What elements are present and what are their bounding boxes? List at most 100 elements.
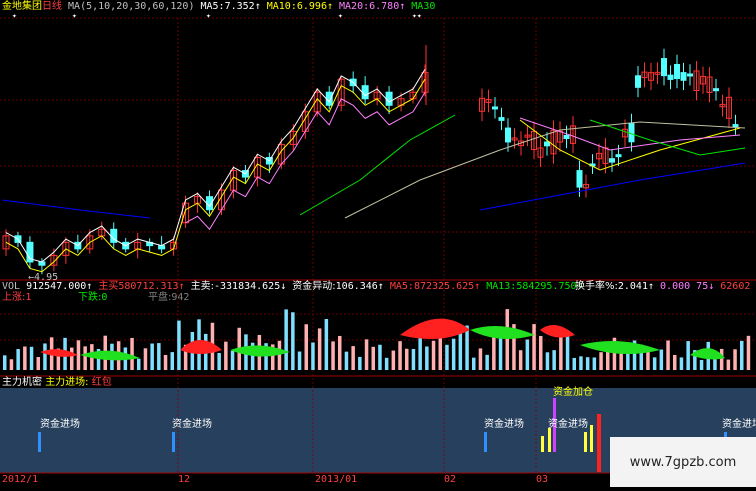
candle-r-29 bbox=[667, 74, 674, 80]
vol-bar-77 bbox=[518, 350, 523, 370]
candle-r-15 bbox=[576, 170, 583, 188]
vol-bar-97 bbox=[652, 357, 657, 370]
vol-bar-70 bbox=[472, 357, 476, 370]
ma-params: MA(5,10,20,30,60,120) bbox=[68, 1, 195, 12]
vol-bar-85 bbox=[572, 357, 576, 370]
indicator-header: 主力机密 主力进场: 红包 bbox=[2, 377, 112, 389]
vol-bar-110 bbox=[740, 340, 744, 370]
vol-bar-80 bbox=[539, 335, 543, 370]
fund-label: 资金异动: bbox=[292, 281, 336, 292]
chart-canvas bbox=[0, 17, 756, 474]
period-label[interactable]: 日线 bbox=[42, 1, 62, 12]
marker-1: ✦ bbox=[12, 11, 17, 20]
ma20-value: 6.780↑ bbox=[369, 1, 406, 12]
indicator-title: 主力机密 bbox=[2, 377, 42, 388]
xaxis-label-4: 02 bbox=[444, 474, 457, 485]
vol-bar-64 bbox=[431, 340, 436, 370]
vol-bar-104 bbox=[699, 359, 704, 370]
vol-bar-46 bbox=[311, 342, 315, 370]
candle-30 bbox=[361, 85, 369, 100]
signal-bar-2 bbox=[484, 432, 487, 452]
vol-bar-49 bbox=[331, 341, 335, 370]
up-count-label: 上涨: bbox=[2, 292, 26, 303]
vol-ma13-label: MA13: bbox=[486, 281, 517, 292]
turnover-label: 换手率%: bbox=[575, 281, 618, 292]
vol-bar-101 bbox=[679, 357, 684, 370]
candle-r-24 bbox=[635, 75, 641, 88]
ma20-label: MA20: bbox=[339, 1, 370, 12]
vol-bar-109 bbox=[733, 349, 737, 370]
signal-bar-y3 bbox=[584, 432, 587, 452]
flat-label: 平盘: bbox=[148, 292, 172, 303]
vol-bar-33 bbox=[224, 341, 228, 370]
signal-bar-1 bbox=[172, 432, 175, 452]
vol-label: VOL bbox=[2, 281, 21, 292]
candle-32 bbox=[385, 91, 393, 106]
vol-bar-55 bbox=[371, 346, 375, 370]
flat-value: 942 bbox=[171, 292, 190, 303]
flat-row: 平盘:942 bbox=[148, 292, 189, 304]
candle-r-36 bbox=[713, 88, 719, 92]
vol-bar-100 bbox=[673, 354, 677, 370]
xaxis-label-5: 03 bbox=[536, 474, 549, 485]
vol-bar-59 bbox=[398, 341, 402, 370]
vol-bar-50 bbox=[338, 335, 342, 370]
vol-blob-red-1 bbox=[180, 340, 222, 354]
vol-bar-34 bbox=[230, 350, 235, 370]
vol-bar-1 bbox=[9, 359, 14, 370]
vol-bar-51 bbox=[344, 351, 349, 370]
candle-r-32 bbox=[687, 73, 693, 77]
vol-bar-72 bbox=[485, 354, 489, 370]
up-count: 1 bbox=[25, 292, 32, 303]
down-count: 0 bbox=[101, 292, 108, 303]
vol-bar-98 bbox=[659, 349, 664, 370]
vol-bar-60 bbox=[405, 348, 409, 370]
candle-r-2 bbox=[492, 106, 498, 110]
candle-r-20 bbox=[609, 158, 615, 163]
vol-bar-44 bbox=[297, 351, 302, 370]
signal-bar-y1 bbox=[541, 436, 544, 452]
vol-bar-12 bbox=[83, 346, 87, 370]
vol-bar-67 bbox=[451, 338, 456, 370]
marker-4: ✦ bbox=[338, 11, 343, 20]
updown-row: 上涨:1 bbox=[2, 292, 31, 304]
signal-bar-red bbox=[597, 414, 601, 472]
signal-label-4: 资金进场 bbox=[548, 419, 588, 430]
ma120-line-left bbox=[1, 199, 151, 219]
watermark: www.7gpzb.com bbox=[610, 437, 756, 487]
vol-bar-106 bbox=[713, 359, 717, 370]
vol-bar-5 bbox=[36, 356, 40, 370]
candle-r-10 bbox=[544, 141, 550, 147]
vol-value: 912547.000↑ bbox=[26, 281, 93, 292]
xaxis-label-2: 12 bbox=[178, 474, 191, 485]
candle-r-39 bbox=[732, 124, 739, 128]
vol-bar-41 bbox=[277, 340, 282, 370]
extra-value-1: 0.000 bbox=[660, 281, 691, 292]
signal-label-1: 资金进场 bbox=[40, 419, 80, 430]
extra-value-3: 62602 bbox=[720, 281, 751, 292]
vol-bar-54 bbox=[364, 339, 369, 370]
zhumai-value: 580712.313↑ bbox=[118, 281, 185, 292]
vol-bar-53 bbox=[358, 356, 362, 370]
stock-name[interactable]: 金地集团 bbox=[2, 1, 42, 12]
vol-bar-20 bbox=[137, 358, 141, 370]
vol-bar-19 bbox=[130, 337, 134, 370]
vol-bar-43 bbox=[291, 312, 295, 370]
marker-2: ✦ bbox=[72, 11, 77, 20]
chart-stage: 金地集团日线 MA(5,10,20,30,60,120) MA5:7.352↑ … bbox=[0, 0, 756, 487]
candle-r-3 bbox=[498, 117, 505, 121]
signal-label-3: 资金进场 bbox=[484, 419, 524, 430]
signal-bar-0 bbox=[38, 432, 41, 452]
vol-bar-102 bbox=[686, 341, 690, 370]
vol-bar-42 bbox=[284, 309, 288, 370]
vol-bar-45 bbox=[304, 324, 308, 370]
candle-r-23 bbox=[628, 123, 635, 143]
vol-bar-108 bbox=[726, 359, 731, 370]
signal-label-6: 资金进场 bbox=[722, 419, 756, 430]
vol-bar-99 bbox=[666, 340, 670, 370]
vol-bar-57 bbox=[384, 357, 389, 370]
vol-ma5-value: 872325.625↑ bbox=[413, 281, 481, 292]
ma60-line bbox=[344, 121, 746, 219]
vol-bar-3 bbox=[23, 346, 27, 370]
ma5-label: MA5: bbox=[200, 1, 225, 12]
